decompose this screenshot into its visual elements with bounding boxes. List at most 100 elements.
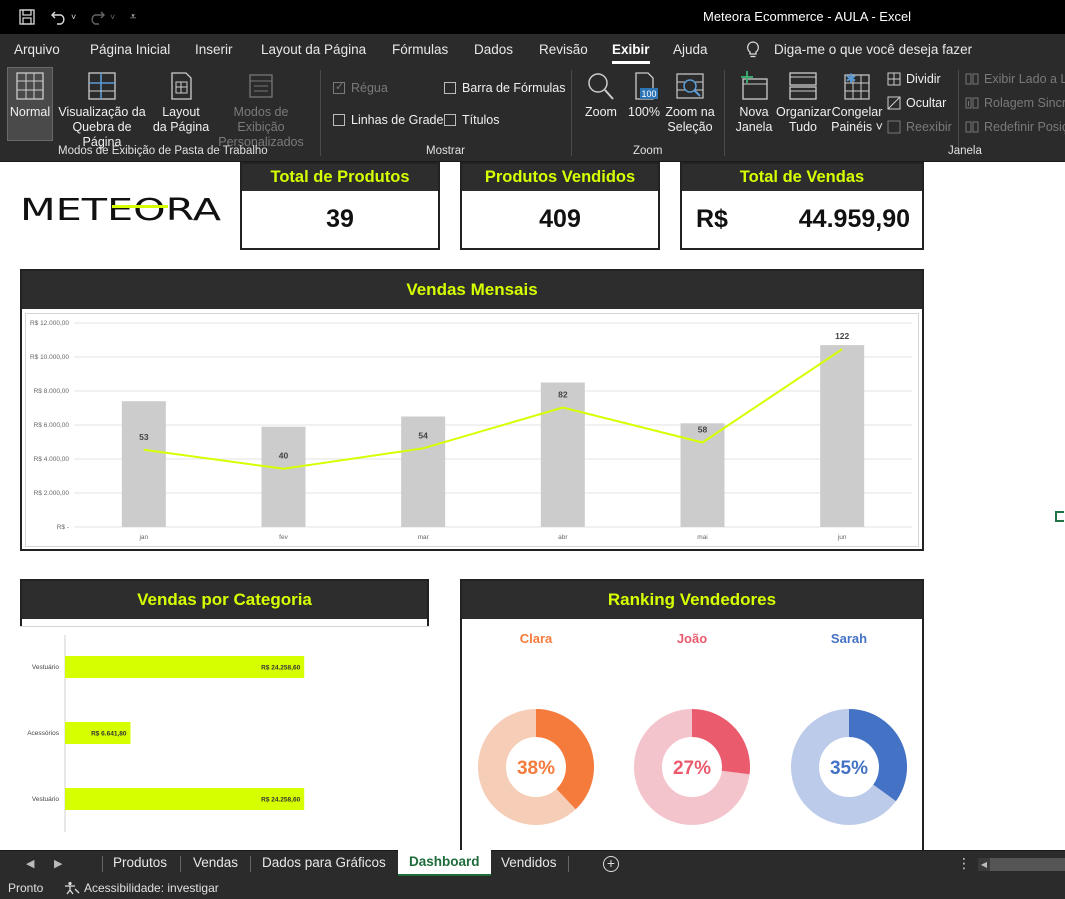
ribbon-exibir: Normal Visualização da Quebra de Página … (0, 64, 1065, 162)
data-label: 122 (835, 331, 849, 341)
undo-dropdown-icon[interactable]: ˅ (71, 6, 76, 28)
excel-window: ˅ ˅ ⩡ Meteora Ecommerce - AULA - Excel A… (0, 0, 1065, 899)
panel-vendas-por-categoria: Vendas por Categoria Vestuário R$ 24.258,… (20, 579, 429, 850)
page-break-preview-button[interactable]: Visualização da Quebra de Página (53, 71, 151, 150)
kpi-total-produtos: Total de Produtos 39 (240, 162, 440, 250)
scroll-left-arrow-icon[interactable]: ◀ (978, 858, 990, 871)
tab-inserir[interactable]: Inserir (195, 42, 233, 57)
donut-percent-label: 27% (673, 758, 711, 779)
monthly-chart-area[interactable]: R$ - R$ 2.000,00 R$ 4.000,00 R$ 6.000,00 R$ … (25, 313, 919, 547)
redo-dropdown-icon: ˅ (110, 12, 116, 22)
y-tick-label: R$ 2.000,00 (34, 490, 70, 497)
panel-ranking-vendedores-title: Ranking Vendedores (462, 581, 922, 619)
gridlines-checkbox[interactable]: Linhas de Grade (333, 113, 443, 127)
sheet-tab-produtos[interactable]: Produtos (113, 851, 167, 877)
seller-name: Sarah (831, 631, 867, 646)
zoom-button[interactable]: Zoom (580, 71, 622, 120)
tell-me-search[interactable]: Diga-me o que você deseja fazer (774, 42, 972, 57)
split-button[interactable]: Dividir (887, 72, 941, 86)
tab-scroll-left-icon[interactable]: ◀ (26, 857, 34, 870)
horizontal-scrollbar[interactable]: ◀ (978, 858, 1065, 871)
sheet-tab-dashboard[interactable]: Dashboard (398, 850, 491, 876)
more-options-icon[interactable]: ⋮ (957, 855, 971, 872)
page-break-icon (88, 72, 116, 100)
donut-segment (849, 709, 907, 802)
group-label-workbook-views: Modos de Exibição de Pasta de Trabalho (58, 145, 268, 157)
group-label-zoom: Zoom (633, 145, 663, 157)
reset-position-icon (965, 121, 979, 133)
headings-checkbox[interactable]: Títulos (444, 113, 500, 127)
undo-icon[interactable] (50, 6, 68, 28)
normal-view-button[interactable]: Normal (8, 71, 52, 120)
panel-ranking-vendedores: Ranking Vendedores Clara 38% João 27% Sarah 3… (460, 579, 924, 850)
kpi-total-produtos-label: Total de Produtos (242, 164, 438, 191)
ribbon-separator (724, 70, 725, 156)
category-label: Acessórios (27, 730, 60, 737)
custom-views-button: Modos de Exibição Personalizados (209, 71, 313, 150)
y-tick-label: R$ 10.000,00 (30, 354, 69, 361)
tab-pagina-inicial[interactable]: Página Inicial (90, 42, 170, 57)
zoom-100-button[interactable]: 100 100% (625, 71, 663, 120)
view-side-by-side-button: Exibir Lado a La (965, 72, 1065, 86)
customize-qat-icon[interactable]: ⩡ (130, 6, 136, 28)
x-tick-label: jan (138, 534, 148, 541)
tab-separator (250, 856, 251, 872)
accessibility-status[interactable]: Acessibilidade: investigar (64, 881, 219, 895)
tab-revisao[interactable]: Revisão (539, 42, 588, 57)
add-sheet-icon[interactable]: + (603, 856, 619, 872)
ruler-checkbox: Régua (333, 80, 388, 95)
ribbon-separator (320, 70, 321, 156)
category-sales-chart: Vestuário R$ 24.258,60 Acessórios R$ 6.641,… (27, 635, 305, 832)
kpi-produtos-vendidos: Produtos Vendidos 409 (460, 162, 660, 250)
logo-accent-bar (112, 205, 168, 208)
tab-layout-da-pagina[interactable]: Layout da Página (261, 42, 366, 57)
category-chart-area[interactable]: Vestuário R$ 24.258,60 Acessórios R$ 6.641,… (20, 626, 429, 850)
arrange-all-button[interactable]: Organizar Tudo (776, 71, 831, 135)
category-label: Vestuário (32, 664, 59, 671)
kpi-total-vendas-value-row: R$ 44.959,90 (682, 191, 922, 248)
save-icon[interactable] (18, 6, 36, 28)
x-tick-label: abr (558, 534, 568, 541)
new-window-icon (741, 71, 768, 100)
status-bar: Pronto Acessibilidade: investigar (0, 877, 1065, 899)
data-label: 82 (558, 390, 568, 400)
formula-bar-checkbox[interactable]: Barra de Fórmulas (444, 81, 566, 95)
data-label: 58 (698, 424, 708, 434)
status-ready: Pronto (8, 881, 44, 895)
sales-count-line (143, 348, 843, 470)
sheet-tab-dados-graficos[interactable]: Dados para Gráficos (262, 851, 386, 877)
tab-exibir[interactable]: Exibir (612, 42, 650, 64)
checkbox-icon (444, 114, 456, 126)
custom-views-icon (249, 74, 273, 98)
zoom-100-icon: 100 (635, 72, 658, 100)
data-label: 54 (418, 430, 428, 440)
panel-vendas-mensais: Vendas Mensais R$ - R$ 2.000,00 R$ 4.000,0… (20, 269, 924, 551)
kpi-total-vendas-currency: R$ (696, 205, 728, 233)
ribbon-separator (571, 70, 572, 156)
sheet-tab-vendidos[interactable]: Vendidos (501, 851, 557, 877)
zoom-selection-icon (676, 73, 704, 99)
kpi-total-vendas: Total de Vendas R$ 44.959,90 (680, 162, 924, 250)
sheet-tab-vendas[interactable]: Vendas (193, 851, 238, 877)
zoom-to-selection-button[interactable]: Zoom na Seleção (663, 71, 717, 135)
checkbox-icon (444, 82, 456, 94)
tab-separator (102, 856, 103, 872)
page-layout-view-button[interactable]: Layout da Página (151, 71, 211, 135)
hide-button[interactable]: Ocultar (887, 96, 946, 110)
selected-object-handle[interactable] (1055, 511, 1064, 522)
logo-text: METEORA (20, 196, 222, 222)
freeze-panes-button[interactable]: ✱ Congelar Painéis ˅ (830, 71, 884, 135)
tab-formulas[interactable]: Fórmulas (392, 42, 448, 57)
hide-icon (887, 96, 901, 110)
new-window-button[interactable]: Nova Janela (732, 71, 776, 135)
x-tick-label: mar (418, 534, 430, 541)
tab-arquivo[interactable]: Arquivo (14, 42, 60, 57)
reset-window-position-button: Redefinir Posiç (965, 120, 1065, 134)
dashboard-sheet[interactable]: METEORA Total de Produtos 39 Produtos Ve… (0, 162, 1065, 850)
tab-ajuda[interactable]: Ajuda (673, 42, 708, 57)
tab-scroll-right-icon[interactable]: ▶ (54, 857, 62, 870)
page-layout-icon (171, 72, 192, 100)
tab-separator (568, 856, 569, 872)
synchronous-scrolling-button: Rolagem Sincro (965, 96, 1065, 110)
tab-dados[interactable]: Dados (474, 42, 513, 57)
